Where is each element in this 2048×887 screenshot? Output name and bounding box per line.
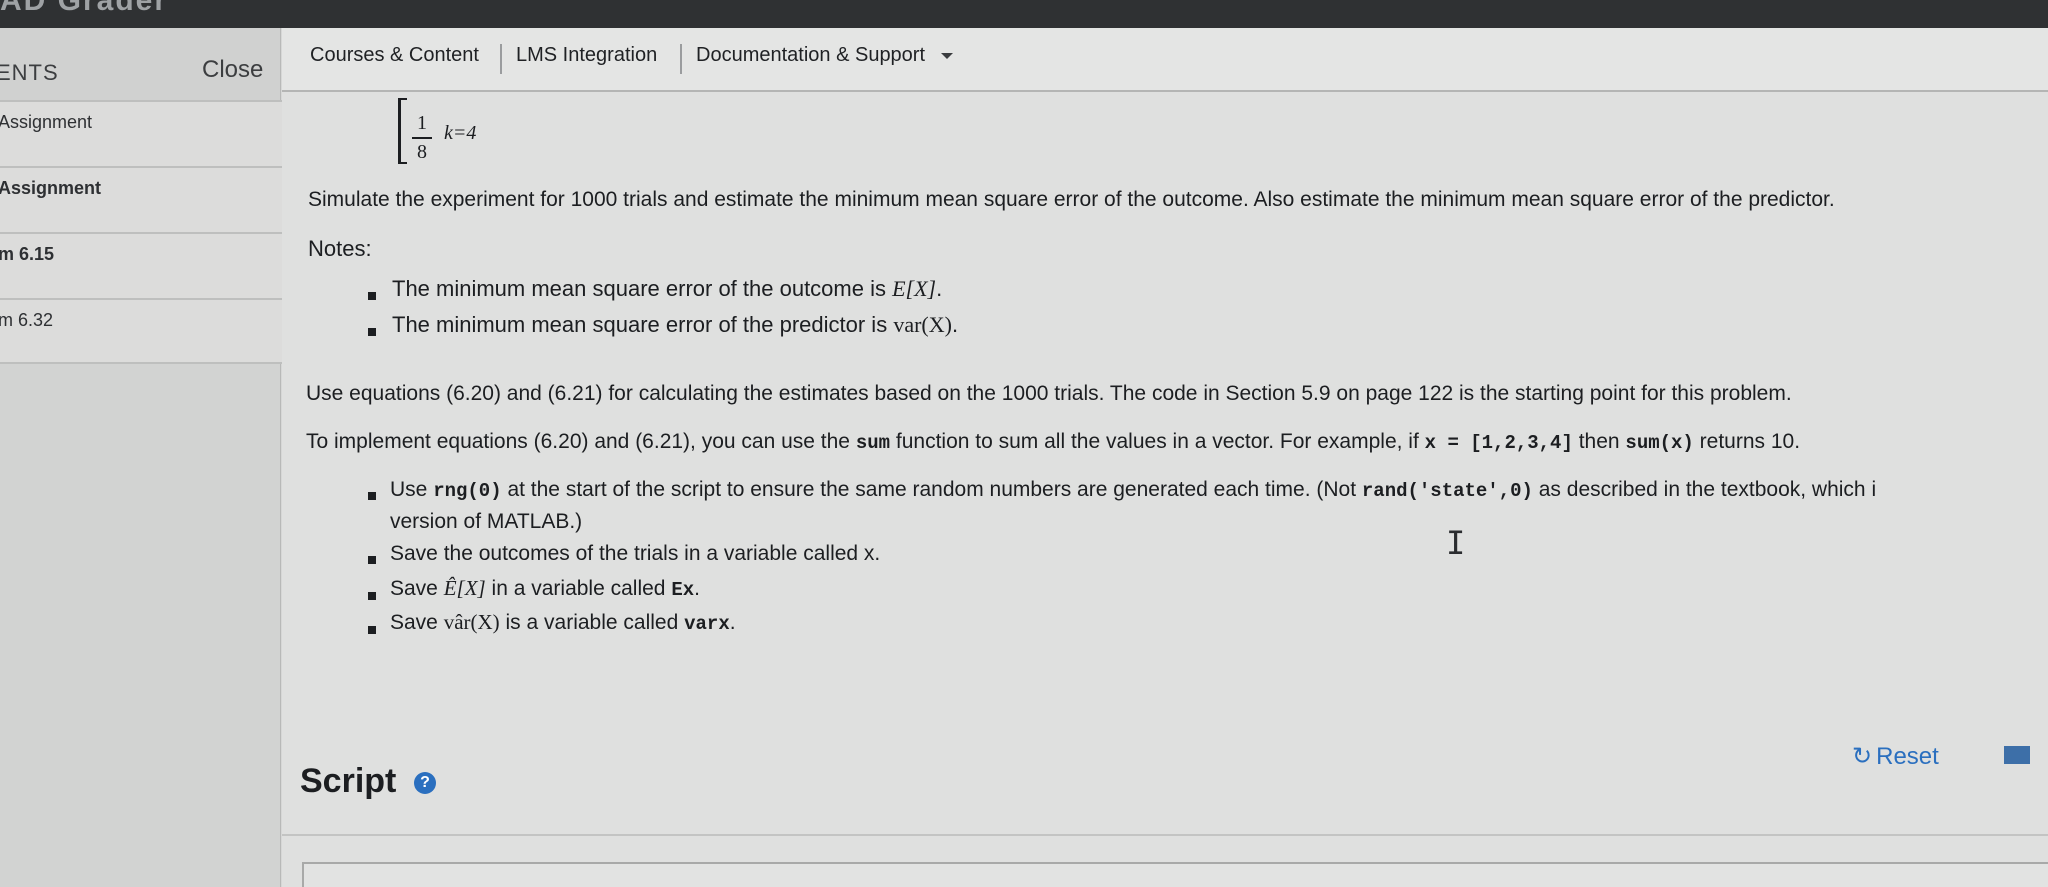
case-fraction: 1 8 — [412, 112, 432, 164]
chevron-down-icon — [941, 52, 954, 59]
sidebar-item-problem-6-32[interactable]: m 6.32 — [0, 298, 282, 364]
text: Use — [390, 478, 434, 501]
text-cursor-icon: I — [1446, 524, 1466, 562]
note-text: The minimum mean square error of the out… — [392, 276, 893, 301]
note-end: . — [936, 276, 943, 301]
brand-logo: AD Grader — [0, 0, 169, 17]
text: then — [1572, 430, 1626, 453]
note-end: . — [951, 312, 959, 337]
text: at the start of the script to ensure the… — [501, 478, 1362, 501]
bullet-save-outcomes: Save the outcomes of the trials in a var… — [390, 542, 881, 565]
fraction-denominator: 8 — [417, 141, 427, 163]
reset-label: Reset — [1876, 743, 1939, 770]
sidebar-title: ENTS — [0, 60, 59, 85]
notes-label: Notes: — [308, 236, 372, 261]
bullet-rng: Use rng(0) at the start of the script to… — [390, 478, 1876, 502]
sidebar-item-label: m 6.15 — [0, 244, 55, 264]
bullet — [368, 292, 376, 300]
reset-icon: ↻ — [1852, 743, 1873, 770]
math-var-hat: vâr(X) — [443, 610, 500, 634]
note-math: E[X] — [892, 276, 937, 301]
code-varx: varx — [684, 613, 730, 635]
sidebar-item-label: Assignment — [0, 178, 102, 198]
nav-separator — [680, 44, 682, 74]
help-icon[interactable]: ? — [414, 772, 436, 794]
bullet-save-varx: Save vâr(X) is a variable called varx. — [390, 610, 736, 635]
code-ex: Ex — [671, 579, 695, 601]
bullet-save-ex: Save Ê[X] in a variable called Ex. — [390, 576, 700, 601]
math-e-hat: Ê[X] — [443, 576, 486, 600]
text: returns 10. — [1693, 430, 1801, 453]
text: in a variable called — [485, 577, 672, 600]
code-example: x = [1,2,3,4] — [1424, 432, 1573, 454]
sidebar-item-assignment[interactable]: Assignment — [0, 100, 282, 166]
sidebar-item-problem-6-15[interactable]: m 6.15 — [0, 232, 282, 298]
screen: AD Grader ENTS Close Assignment Assignme… — [0, 0, 2048, 887]
nav-lms-integration[interactable]: LMS Integration — [516, 44, 657, 67]
text: Save — [390, 611, 444, 634]
paragraph-equations: Use equations (6.20) and (6.21) for calc… — [306, 382, 1792, 405]
script-editor[interactable] — [302, 862, 2048, 887]
bullet — [368, 328, 376, 336]
fraction-numerator: 1 — [417, 112, 427, 134]
case-condition: k=4 — [444, 122, 477, 144]
sidebar-header: ENTS Close — [0, 28, 280, 100]
text: function to sum all the values in a vect… — [890, 430, 1425, 453]
bullet — [368, 592, 376, 600]
fraction-bar — [412, 137, 432, 139]
code-sum-x: sum(x) — [1625, 432, 1694, 454]
sidebar-item-label: Assignment — [0, 112, 93, 132]
divider — [282, 834, 2048, 836]
reset-button[interactable]: ↻ Reset — [1852, 742, 1939, 771]
case-bracket — [398, 98, 407, 164]
sidebar-item-assignment-active[interactable]: Assignment — [0, 166, 282, 232]
nav-separator — [500, 44, 502, 74]
nav-documentation-support[interactable]: Documentation & Support — [696, 44, 954, 67]
problem-intro: Simulate the experiment for 1000 trials … — [308, 188, 1835, 211]
code-rand-state: rand('state',0) — [1361, 480, 1533, 502]
nav-courses-content[interactable]: Courses & Content — [310, 44, 479, 67]
nav-documentation-label: Documentation & Support — [696, 44, 926, 66]
text: is a variable called — [499, 611, 685, 634]
top-nav: Courses & Content LMS Integration Docume… — [282, 28, 2048, 92]
text: To implement equations (6.20) and (6.21)… — [306, 430, 856, 453]
text: as described in the textbook, which i — [1532, 478, 1877, 501]
note-outcome: The minimum mean square error of the out… — [392, 276, 942, 302]
text: . — [729, 611, 736, 634]
top-bar: AD Grader — [0, 0, 2048, 28]
note-predictor: The minimum mean square error of the pre… — [392, 312, 958, 338]
main-content — [282, 28, 2048, 887]
note-math: var(X) — [893, 312, 952, 337]
note-text: The minimum mean square error of the pre… — [392, 312, 894, 337]
bullet — [368, 626, 376, 634]
text: Save — [390, 577, 444, 600]
bullet — [368, 492, 376, 500]
text: . — [694, 577, 700, 600]
script-title: Script — [300, 762, 397, 800]
code-sum: sum — [855, 432, 891, 454]
code-rng: rng(0) — [433, 480, 502, 502]
editor-toolbar-icon[interactable] — [2004, 746, 2030, 764]
bullet — [368, 556, 376, 564]
close-button[interactable]: Close — [202, 56, 263, 84]
bullet-rng-continued: version of MATLAB.) — [390, 510, 583, 533]
sidebar-item-label: m 6.32 — [0, 310, 54, 330]
paragraph-sum-function: To implement equations (6.20) and (6.21)… — [306, 430, 1800, 454]
